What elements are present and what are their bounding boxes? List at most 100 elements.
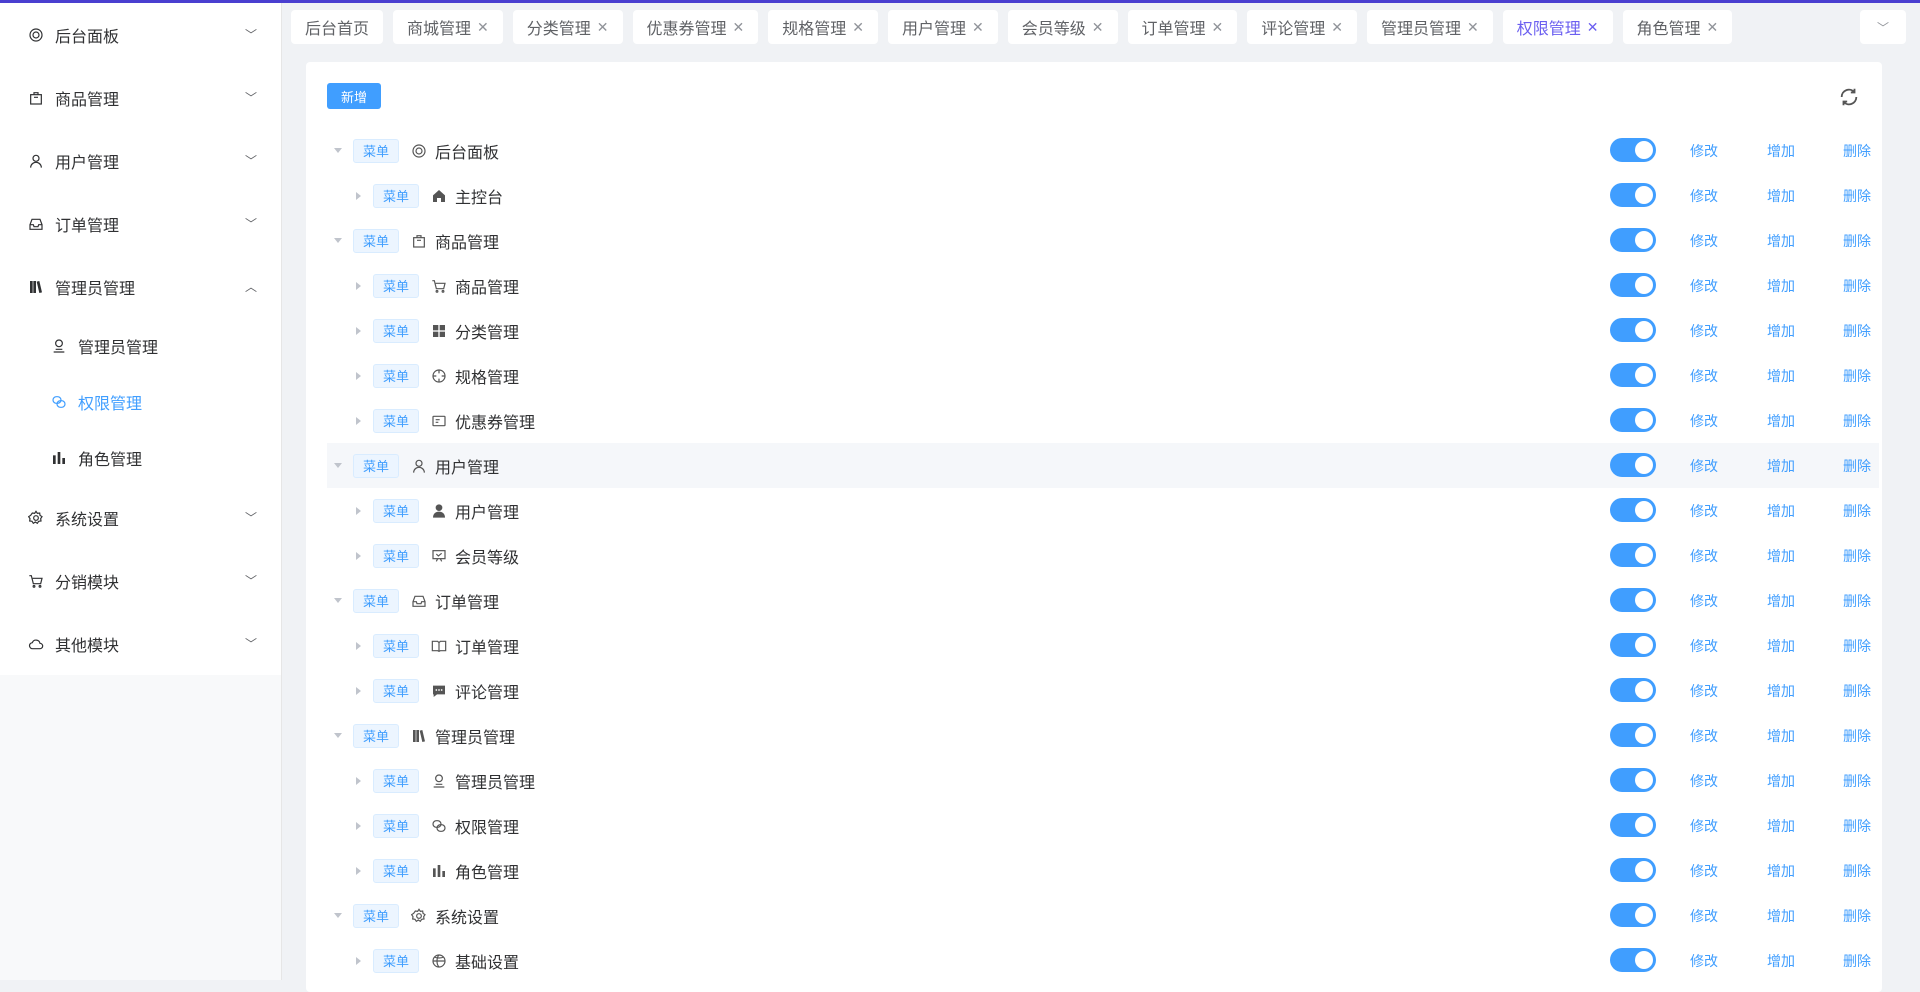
- status-toggle[interactable]: [1610, 903, 1656, 927]
- expand-arrow[interactable]: [351, 371, 365, 380]
- tree-row[interactable]: 菜单 用户管理 修改 增加 删除: [327, 443, 1879, 488]
- tree-row[interactable]: 菜单 分类管理 修改 增加 删除: [327, 308, 1879, 353]
- tabs-more-button[interactable]: ﹀: [1860, 10, 1906, 44]
- expand-arrow[interactable]: [351, 506, 365, 515]
- tree-row[interactable]: 菜单 评论管理 修改 增加 删除: [327, 668, 1879, 713]
- expand-arrow[interactable]: [331, 463, 345, 468]
- tree-row[interactable]: 菜单 规格管理 修改 增加 删除: [327, 353, 1879, 398]
- status-toggle[interactable]: [1610, 678, 1656, 702]
- tree-row[interactable]: 菜单 商品管理 修改 增加 删除: [327, 218, 1879, 263]
- add-link[interactable]: 增加: [1767, 713, 1795, 758]
- expand-arrow[interactable]: [331, 148, 345, 153]
- expand-arrow[interactable]: [351, 326, 365, 335]
- tab[interactable]: 角色管理 ✕: [1622, 10, 1733, 44]
- delete-link[interactable]: 删除: [1843, 713, 1871, 758]
- tree-row[interactable]: 菜单 会员等级 修改 增加 删除: [327, 533, 1879, 578]
- expand-arrow[interactable]: [351, 416, 365, 425]
- status-toggle[interactable]: [1610, 768, 1656, 792]
- status-toggle[interactable]: [1610, 318, 1656, 342]
- add-link[interactable]: 增加: [1767, 173, 1795, 218]
- add-link[interactable]: 增加: [1767, 218, 1795, 263]
- tab[interactable]: 会员等级 ✕: [1007, 10, 1118, 44]
- delete-link[interactable]: 删除: [1843, 938, 1871, 983]
- sidebar-item[interactable]: 系统设置 ﹀: [0, 486, 281, 549]
- status-toggle[interactable]: [1610, 408, 1656, 432]
- expand-arrow[interactable]: [331, 598, 345, 603]
- tree-row[interactable]: 菜单 主控台 修改 增加 删除: [327, 173, 1879, 218]
- edit-link[interactable]: 修改: [1690, 218, 1718, 263]
- add-link[interactable]: 增加: [1767, 938, 1795, 983]
- tab[interactable]: 分类管理 ✕: [512, 10, 623, 44]
- tab[interactable]: 订单管理 ✕: [1127, 10, 1238, 44]
- delete-link[interactable]: 删除: [1843, 488, 1871, 533]
- delete-link[interactable]: 删除: [1843, 668, 1871, 713]
- tab[interactable]: 用户管理 ✕: [888, 10, 998, 44]
- sidebar-item[interactable]: 后台面板 ﹀: [0, 3, 281, 66]
- tree-row[interactable]: 菜单 系统设置 修改 增加 删除: [327, 893, 1879, 938]
- expand-arrow[interactable]: [351, 281, 365, 290]
- expand-arrow[interactable]: [331, 913, 345, 918]
- sidebar-subitem[interactable]: 角色管理: [0, 430, 281, 486]
- edit-link[interactable]: 修改: [1690, 353, 1718, 398]
- delete-link[interactable]: 删除: [1843, 623, 1871, 668]
- edit-link[interactable]: 修改: [1690, 173, 1718, 218]
- close-icon[interactable]: ✕: [1467, 19, 1479, 36]
- close-icon[interactable]: ✕: [852, 19, 864, 36]
- edit-link[interactable]: 修改: [1690, 938, 1718, 983]
- tree-row[interactable]: 菜单 基础设置 修改 增加 删除: [327, 938, 1879, 983]
- tab[interactable]: 商城管理 ✕: [393, 10, 503, 44]
- sidebar-item[interactable]: 订单管理 ﹀: [0, 192, 281, 255]
- status-toggle[interactable]: [1610, 273, 1656, 297]
- add-link[interactable]: 增加: [1767, 398, 1795, 443]
- edit-link[interactable]: 修改: [1690, 758, 1718, 803]
- add-link[interactable]: 增加: [1767, 488, 1795, 533]
- edit-link[interactable]: 修改: [1690, 533, 1718, 578]
- expand-arrow[interactable]: [351, 776, 365, 785]
- add-link[interactable]: 增加: [1767, 893, 1795, 938]
- close-icon[interactable]: ✕: [733, 19, 745, 36]
- tree-row[interactable]: 菜单 后台面板 修改 增加 删除: [327, 128, 1879, 173]
- add-link[interactable]: 增加: [1767, 128, 1795, 173]
- close-icon[interactable]: ✕: [1212, 19, 1224, 36]
- tree-row[interactable]: 菜单 优惠券管理 修改 增加 删除: [327, 398, 1879, 443]
- tab[interactable]: 评论管理 ✕: [1247, 10, 1358, 44]
- status-toggle[interactable]: [1610, 948, 1656, 972]
- add-link[interactable]: 增加: [1767, 263, 1795, 308]
- status-toggle[interactable]: [1610, 543, 1656, 567]
- tree-row[interactable]: 菜单 订单管理 修改 增加 删除: [327, 578, 1879, 623]
- expand-arrow[interactable]: [351, 641, 365, 650]
- edit-link[interactable]: 修改: [1690, 848, 1718, 893]
- sidebar-item[interactable]: 用户管理 ﹀: [0, 129, 281, 192]
- expand-arrow[interactable]: [351, 956, 365, 965]
- sidebar-item[interactable]: 分销模块 ﹀: [0, 549, 281, 612]
- status-toggle[interactable]: [1610, 363, 1656, 387]
- delete-link[interactable]: 删除: [1843, 533, 1871, 578]
- tree-row[interactable]: 菜单 权限管理 修改 增加 删除: [327, 803, 1879, 848]
- tree-row[interactable]: 菜单 订单管理 修改 增加 删除: [327, 623, 1879, 668]
- tab[interactable]: 规格管理 ✕: [768, 10, 879, 44]
- sidebar-item[interactable]: 管理员管理 ︿: [0, 255, 281, 318]
- status-toggle[interactable]: [1610, 138, 1656, 162]
- sidebar-item[interactable]: 商品管理 ﹀: [0, 66, 281, 129]
- edit-link[interactable]: 修改: [1690, 578, 1718, 623]
- delete-link[interactable]: 删除: [1843, 128, 1871, 173]
- sidebar-subitem[interactable]: 权限管理: [0, 374, 281, 430]
- status-toggle[interactable]: [1610, 453, 1656, 477]
- edit-link[interactable]: 修改: [1690, 803, 1718, 848]
- close-icon[interactable]: ✕: [1092, 19, 1104, 36]
- status-toggle[interactable]: [1610, 228, 1656, 252]
- tree-row[interactable]: 菜单 角色管理 修改 增加 删除: [327, 848, 1879, 893]
- expand-arrow[interactable]: [331, 733, 345, 738]
- close-icon[interactable]: ✕: [972, 19, 984, 36]
- add-link[interactable]: 增加: [1767, 533, 1795, 578]
- tab[interactable]: 管理员管理 ✕: [1367, 10, 1493, 44]
- add-link[interactable]: 增加: [1767, 758, 1795, 803]
- add-link[interactable]: 增加: [1767, 623, 1795, 668]
- expand-arrow[interactable]: [351, 866, 365, 875]
- status-toggle[interactable]: [1610, 858, 1656, 882]
- status-toggle[interactable]: [1610, 723, 1656, 747]
- expand-arrow[interactable]: [351, 551, 365, 560]
- expand-arrow[interactable]: [351, 191, 365, 200]
- edit-link[interactable]: 修改: [1690, 893, 1718, 938]
- add-link[interactable]: 增加: [1767, 803, 1795, 848]
